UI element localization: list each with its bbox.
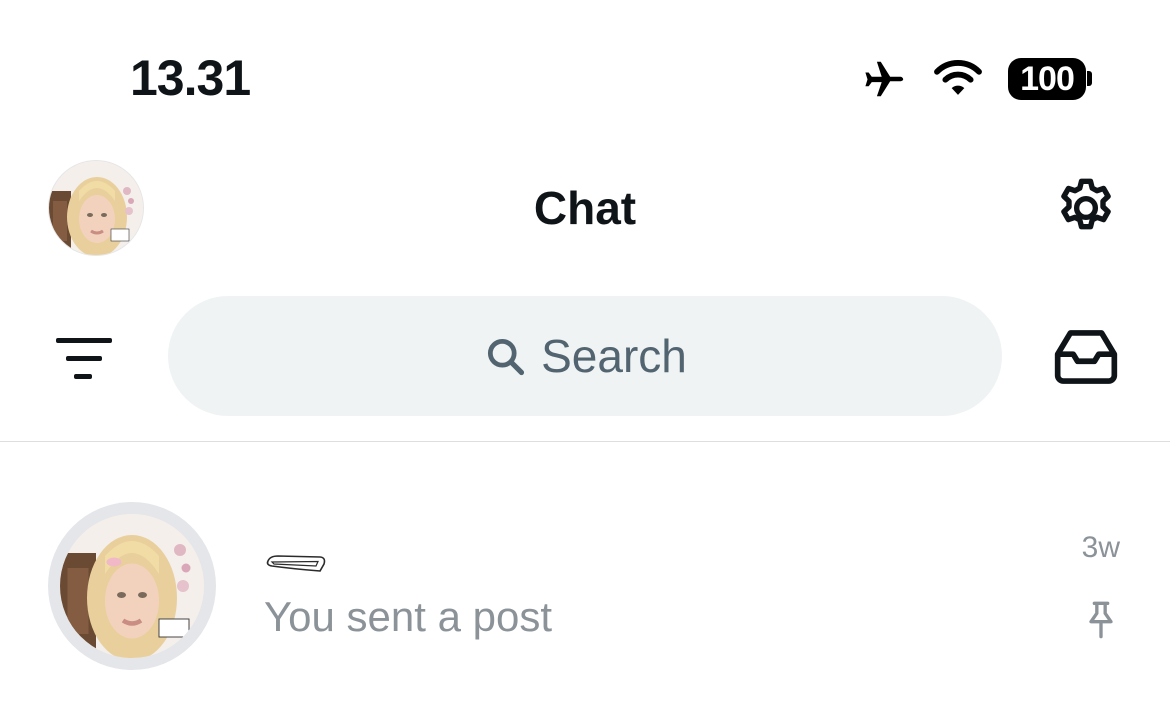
conversation-row[interactable]: You sent a post 3w <box>0 442 1170 713</box>
search-placeholder: Search <box>541 330 687 382</box>
filter-button[interactable] <box>52 330 116 386</box>
search-icon <box>488 338 525 376</box>
inbox-icon[interactable] <box>1052 328 1120 386</box>
gear-icon[interactable] <box>1052 174 1120 242</box>
battery-level: 100 <box>1020 60 1075 98</box>
conversation-preview: You sent a post <box>264 593 553 640</box>
page-title: Chat <box>533 182 637 234</box>
battery-cap <box>1087 71 1092 86</box>
battery-icon: 100 <box>1008 58 1086 100</box>
status-time: 13.31 <box>130 50 251 106</box>
conversation-time: 3w <box>1081 531 1120 564</box>
pin-icon <box>1089 601 1113 639</box>
wifi-icon <box>934 60 982 95</box>
conversation-avatar[interactable] <box>48 502 216 670</box>
conversation-avatar-image <box>60 514 204 658</box>
hairclip-icon <box>266 555 326 572</box>
airplane-icon <box>865 61 904 97</box>
filter-icon <box>56 338 112 343</box>
status-icons: 100 <box>858 54 1098 104</box>
search-input[interactable]: Search <box>168 296 1002 416</box>
